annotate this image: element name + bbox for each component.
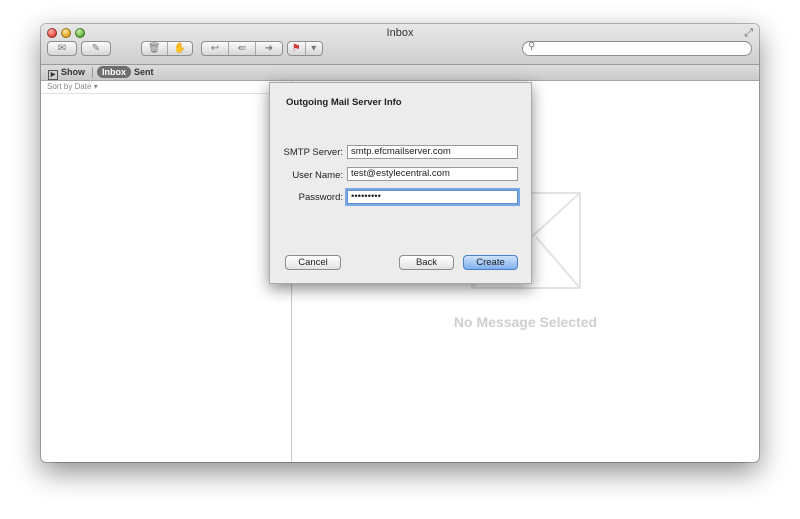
favorite-sent[interactable]: Sent (134, 67, 154, 77)
flag-icon: ⚑ (288, 42, 306, 55)
show-label: Show (61, 67, 85, 77)
favorite-inbox[interactable]: Inbox (97, 66, 131, 78)
junk-icon[interactable]: ✋ (168, 42, 193, 55)
user-name-field[interactable]: test@estylecentral.com (347, 167, 518, 181)
envelope-icon: ✉ (57, 43, 67, 54)
smtp-server-label: SMTP Server: (283, 147, 343, 158)
sort-bar: Sort by Date ▾ (41, 81, 291, 94)
cancel-button[interactable]: Cancel (285, 255, 341, 270)
password-label: Password: (298, 192, 343, 203)
window-title: Inbox (386, 27, 414, 39)
title-bar: Inbox ⤢ ✉ ✎ 🗑 ✋ ↩ ⇚ ➜ ⚑ ▾ ⚲ (41, 24, 759, 65)
create-button[interactable]: Create (463, 255, 518, 270)
search-field[interactable]: ⚲ (522, 41, 752, 56)
flag-button[interactable]: ⚑ ▾ (287, 41, 323, 56)
search-icon: ⚲ (528, 41, 536, 52)
password-field[interactable]: ••••••••• (347, 190, 518, 204)
smtp-server-field[interactable]: smtp.efcmailserver.com (347, 145, 518, 159)
outgoing-server-dialog: Outgoing Mail Server Info SMTP Server: s… (269, 82, 532, 284)
reply-icon[interactable]: ↩ (202, 42, 229, 55)
no-message-selected: No Message Selected (453, 314, 598, 330)
back-button[interactable]: Back (399, 255, 454, 270)
reply-all-icon[interactable]: ⇚ (229, 42, 256, 55)
sort-by-date-button[interactable]: Sort by Date ▾ (47, 82, 98, 91)
user-name-label: User Name: (292, 170, 343, 181)
sidebar-toggle-icon: ▶ (48, 70, 58, 80)
compose-button[interactable]: ✎ (81, 41, 111, 56)
chevron-down-icon: ▾ (311, 43, 317, 54)
forward-icon[interactable]: ➜ (256, 42, 282, 55)
reply-group: ↩ ⇚ ➜ (201, 41, 283, 56)
favorites-bar: ▶ Show Inbox Sent (41, 65, 759, 81)
favorites-separator (92, 67, 93, 78)
delete-junk-group: 🗑 ✋ (141, 41, 193, 56)
dialog-title: Outgoing Mail Server Info (286, 97, 402, 108)
trash-icon[interactable]: 🗑 (142, 42, 168, 55)
get-mail-button[interactable]: ✉ (47, 41, 77, 56)
show-mailboxes-button[interactable]: ▶ Show (48, 67, 85, 80)
compose-icon: ✎ (91, 43, 101, 54)
fullscreen-icon[interactable]: ⤢ (744, 27, 753, 40)
